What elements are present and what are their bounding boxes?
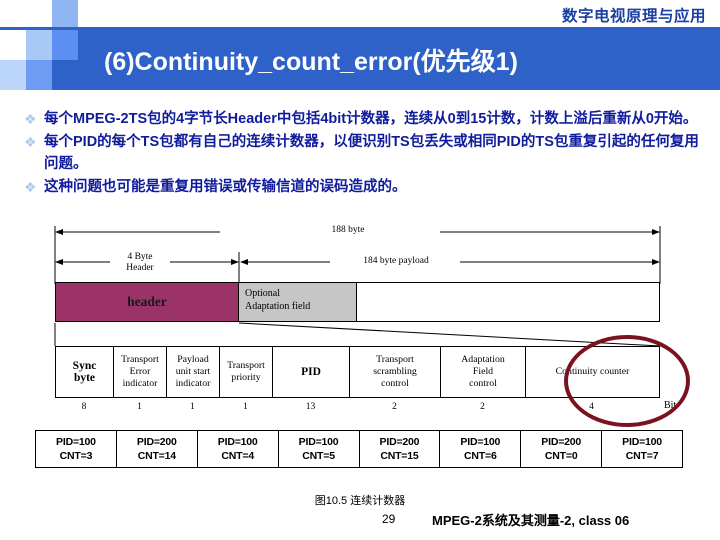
diamond-bullet-icon: ❖ [24,111,37,127]
decor-block-3 [52,30,78,60]
packet-pid-label: PID=100 [217,436,258,448]
header-field-cell: Continuity counter [526,347,659,397]
packet-cell: PID=100 CNT=7 [602,431,682,467]
packet-pid-label: PID=200 [379,436,420,448]
packet-cell: PID=200 CNT=15 [360,431,441,467]
adaptation-label-line2: Adaptation field [245,301,311,312]
header-field-table: Sync byte Transport Error indicator Payload un… [55,346,660,398]
packet-pid-label: PID=200 [136,436,177,448]
packet-cnt-label: CNT=15 [380,450,419,462]
bit-width-value: 1 [137,402,142,412]
bullet-list: ❖ 每个MPEG-2TS包的4字节长Header中包括4bit计数器，连续从0到… [24,108,702,199]
bit-width-value: 2 [392,402,397,412]
header-field-cell: Sync byte [56,347,114,397]
decor-block-6 [52,60,78,90]
bullet-text: 这种问题也可能是重复用错误或传输信道的误码造成的。 [44,179,407,195]
adaptation-field-block: Optional Adaptation field [239,282,357,322]
bit-width-row: 8 1 1 1 13 2 2 4 [55,400,660,414]
ts-packet-diagram: 188 byte 4 Byte Header 184 byte payload … [30,222,690,482]
packet-pid-label: PID=100 [460,436,501,448]
course-title: 数字电视原理与应用 [561,8,706,25]
packet-cnt-label: CNT=4 [221,450,254,462]
packet-cell: PID=200 CNT=0 [521,431,603,467]
bit-width-value: 13 [305,402,316,412]
header-field-cell: PID [273,347,350,397]
decor-block-1 [52,0,78,30]
packet-cell: PID=100 CNT=4 [198,431,279,467]
header-block-label: header [127,294,167,309]
header-field-cell: Transport priority [220,347,273,397]
packet-cnt-label: CNT=7 [625,450,659,462]
bullet-text: 每个MPEG-2TS包的4字节长Header中包括4bit计数器，连续从0到15… [44,111,698,127]
bullet-text: 每个PID的每个TS包都有自己的连续计数器，以便识别TS包丢失或相同PID的TS… [44,134,699,172]
payload-remainder-block [357,282,660,322]
list-item: ❖ 每个MPEG-2TS包的4字节长Header中包括4bit计数器，连续从0到… [24,108,702,130]
header-field-label: Adaptation Field control [461,354,505,389]
bit-width-value: 1 [243,402,248,412]
header-field-label: Payload unit start indicator [175,354,211,389]
bit-width-value: 1 [190,402,195,412]
header-field-cell: Transport scrambling control [350,347,441,397]
list-item: ❖ 这种问题也可能是重复用错误或传输信道的误码造成的。 [24,176,702,198]
decor-block-5 [26,60,52,90]
bit-width-value: 2 [480,402,485,412]
packet-cnt-label: CNT=14 [137,450,176,462]
figure-caption: 图10.5 连续计数器 [314,495,406,507]
packet-pid-label: PID=200 [541,436,582,448]
header-field-label: Transport Error indicator [121,354,159,389]
diamond-bullet-icon: ❖ [24,134,37,150]
header-field-label: Transport priority [227,360,265,383]
decor-block-4 [0,60,26,90]
packet-cell: PID=100 CNT=6 [440,431,522,467]
packet-cnt-label: CNT=0 [544,450,578,462]
decor-block-2 [26,30,52,60]
bit-unit-label: Bit [664,400,677,411]
packet-pid-label: PID=100 [622,436,662,448]
slide-title-bar: (6)Continuity_count_error(优先级1) [78,30,720,90]
header-field-label: Transport scrambling control [373,354,417,389]
packet-cnt-label: CNT=5 [302,450,335,462]
header-field-cell: Transport Error indicator [114,347,167,397]
packet-cnt-label: CNT=3 [59,450,93,462]
header-field-label: PID [301,366,321,378]
packet-sequence-table: PID=100 CNT=3 PID=200 CNT=14 PID=100 CNT=4 PID… [35,430,683,468]
header-field-cell: Payload unit start indicator [167,347,220,397]
page-title: (6)Continuity_count_error(优先级1) [104,48,518,76]
header-field-label: Continuity counter [555,366,630,377]
page-number: 29 [382,512,396,526]
footer-course-label: MPEG-2系统及其测量-2, class 06 [432,513,630,528]
packet-pid-label: PID=100 [56,436,96,448]
packet-cell: PID=200 CNT=14 [117,431,198,467]
bit-width-value: 4 [589,402,594,412]
header-field-cell: Adaptation Field control [441,347,526,397]
packet-pid-label: PID=100 [298,436,339,448]
diamond-bullet-icon: ❖ [24,179,37,195]
packet-cell: PID=100 CNT=5 [279,431,360,467]
list-item: ❖ 每个PID的每个TS包都有自己的连续计数器，以便识别TS包丢失或相同PID的… [24,131,702,175]
packet-cnt-label: CNT=6 [464,450,497,462]
adaptation-label-line1: Optional [245,288,280,299]
header-block: header [55,282,239,322]
bit-width-value: 8 [81,402,87,412]
header-field-label: Sync byte [72,360,97,384]
packet-cell: PID=100 CNT=3 [36,431,117,467]
